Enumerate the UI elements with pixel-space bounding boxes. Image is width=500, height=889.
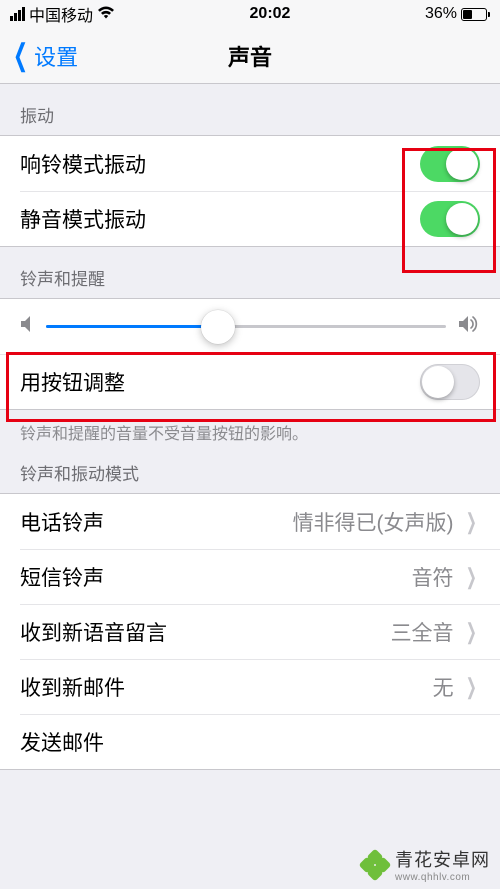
cell-value: 无: [433, 672, 454, 702]
ringtone-cell[interactable]: 电话铃声 情非得已(女声版) ❯: [0, 494, 500, 549]
page-title: 声音: [228, 40, 272, 72]
slider-thumb[interactable]: [201, 310, 235, 344]
signal-icon: [10, 7, 25, 21]
battery-fill: [463, 10, 472, 19]
chevron-right-icon: ❯: [465, 564, 476, 590]
change-with-buttons-toggle[interactable]: [420, 364, 480, 400]
silent-vibrate-cell: 静音模式振动: [20, 191, 500, 246]
cell-label: 收到新语音留言: [20, 617, 167, 647]
section-header-vibrate: 振动: [0, 84, 500, 135]
section-header-ringer: 铃声和提醒: [0, 247, 500, 298]
watermark-url: www.qhhlv.com: [395, 872, 490, 883]
voicemail-cell[interactable]: 收到新语音留言 三全音 ❯: [20, 604, 500, 659]
cell-value: 情非得已(女声版): [293, 507, 454, 537]
volume-low-icon: [20, 315, 34, 338]
chevron-left-icon: ❮: [13, 41, 28, 71]
watermark-title: 青花安卓网: [395, 846, 490, 872]
back-label: 设置: [34, 40, 78, 72]
ring-vibrate-cell: 响铃模式振动: [0, 136, 500, 191]
cell-label: 短信铃声: [20, 562, 104, 592]
watermark-text: 青花安卓网 www.qhhlv.com: [395, 846, 490, 883]
ring-vibrate-toggle[interactable]: [420, 146, 480, 182]
clock: 20:02: [250, 5, 291, 23]
cell-value: 三全音: [391, 617, 454, 647]
volume-slider-cell: [0, 299, 500, 354]
watermark-logo-icon: [361, 851, 389, 879]
change-with-buttons-label: 用按钮调整: [20, 367, 125, 397]
cell-label: 收到新邮件: [20, 672, 125, 702]
ringer-group: 用按钮调整: [0, 298, 500, 410]
chevron-right-icon: ❯: [465, 619, 476, 645]
back-button[interactable]: ❮ 设置: [8, 40, 78, 72]
vibrate-group: 响铃模式振动 静音模式振动: [0, 135, 500, 247]
ringer-footer: 铃声和提醒的音量不受音量按钮的影响。: [0, 410, 500, 456]
battery-icon: [461, 8, 490, 21]
change-with-buttons-cell: 用按钮调整: [0, 354, 500, 409]
cell-label: 电话铃声: [20, 507, 104, 537]
status-left: 中国移动: [10, 2, 115, 26]
pattern-group: 电话铃声 情非得已(女声版) ❯ 短信铃声 音符 ❯ 收到新语音留言 三全音 ❯…: [0, 493, 500, 770]
volume-high-icon: [458, 315, 480, 338]
chevron-right-icon: ❯: [465, 674, 476, 700]
cell-label: 发送邮件: [20, 727, 104, 757]
section-header-pattern: 铃声和振动模式: [0, 456, 500, 493]
volume-slider[interactable]: [46, 325, 446, 328]
new-mail-cell[interactable]: 收到新邮件 无 ❯: [20, 659, 500, 714]
ring-vibrate-label: 响铃模式振动: [20, 149, 146, 179]
wifi-icon: [97, 5, 115, 24]
watermark: 青花安卓网 www.qhhlv.com: [361, 846, 490, 883]
slider-fill: [46, 325, 218, 328]
chevron-right-icon: ❯: [465, 509, 476, 535]
cell-value: 音符: [412, 562, 454, 592]
silent-vibrate-toggle[interactable]: [420, 201, 480, 237]
status-bar: 中国移动 20:02 36%: [0, 0, 500, 28]
battery-percent: 36%: [425, 5, 457, 23]
nav-bar: ❮ 设置 声音: [0, 28, 500, 84]
carrier-label: 中国移动: [29, 2, 93, 26]
status-right: 36%: [425, 5, 490, 23]
sent-mail-cell[interactable]: 发送邮件: [20, 714, 500, 769]
silent-vibrate-label: 静音模式振动: [20, 204, 146, 234]
text-tone-cell[interactable]: 短信铃声 音符 ❯: [20, 549, 500, 604]
